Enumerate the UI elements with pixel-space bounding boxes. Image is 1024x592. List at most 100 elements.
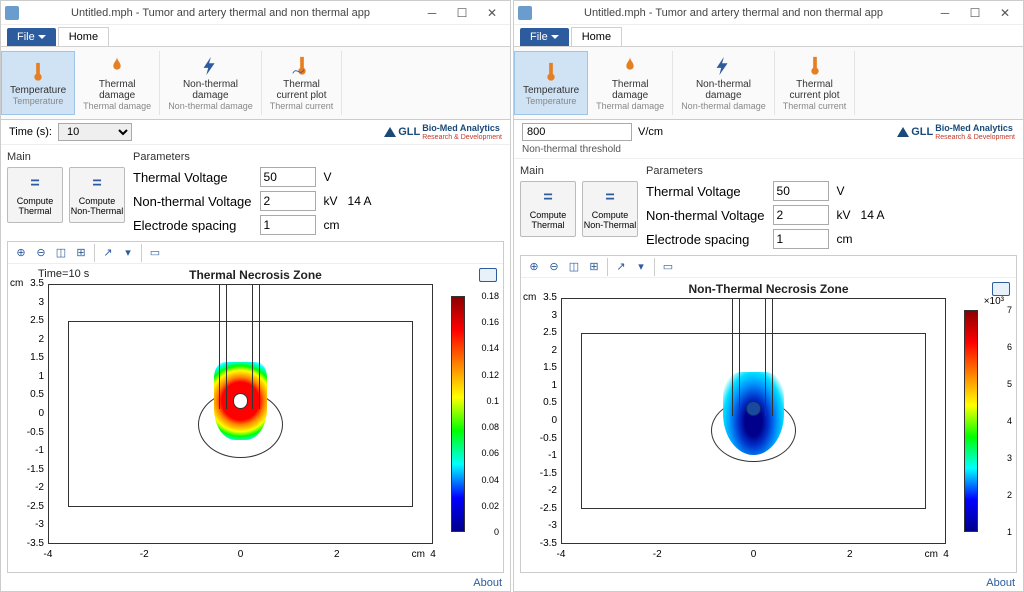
zoom-in-icon[interactable]: ⊕ — [525, 258, 543, 276]
axes-icon[interactable]: ↗ — [612, 258, 630, 276]
equals-icon: = — [30, 175, 39, 193]
bolt-icon — [712, 55, 734, 77]
flame-icon — [106, 55, 128, 77]
ribbon-label: Temperature — [523, 85, 579, 96]
tv-input[interactable] — [260, 167, 316, 187]
ribbon-sublabel: Thermal damage — [83, 101, 151, 111]
select-icon[interactable]: ▭ — [659, 258, 677, 276]
ntv-input[interactable] — [773, 205, 829, 225]
ribbon-temperature[interactable]: Temperature Temperature — [514, 51, 588, 115]
main-head: Main — [520, 165, 638, 177]
zoom-extents-icon[interactable]: ⊞ — [585, 258, 603, 276]
window-right: Untitled.mph - Tumor and artery thermal … — [513, 0, 1024, 592]
app-icon — [5, 6, 19, 20]
zoom-window-icon[interactable]: ◫ — [565, 258, 583, 276]
colorbar — [451, 296, 465, 532]
ribbon-temperature[interactable]: Temperature Temperature — [1, 51, 75, 115]
ntv-extra: 14 A — [861, 208, 885, 222]
titlebar: Untitled.mph - Tumor and artery thermal … — [514, 1, 1023, 25]
zoom-extents-icon[interactable]: ⊞ — [72, 244, 90, 262]
es-unit: cm — [837, 232, 853, 246]
threshold-unit: V/cm — [638, 126, 663, 138]
params-head: Parameters — [133, 151, 372, 163]
ribbon-label: Thermal current plot — [276, 79, 326, 101]
file-tab[interactable]: File — [7, 28, 56, 46]
zoom-window-icon[interactable]: ◫ — [52, 244, 70, 262]
params-panel: Parameters Thermal VoltageV Non-thermal … — [133, 151, 372, 235]
temperature-icon — [540, 61, 562, 83]
compute-thermal-button[interactable]: = Compute Thermal — [7, 167, 63, 223]
plot-toolbar: ⊕ ⊖ ◫ ⊞ ↗ ▾ ▭ — [8, 242, 503, 264]
main-area: Main =Compute Thermal =Compute Non-Therm… — [1, 145, 510, 241]
select-icon[interactable]: ▭ — [146, 244, 164, 262]
close-button[interactable]: ✕ — [478, 3, 506, 23]
minimize-button[interactable]: ─ — [418, 3, 446, 23]
es-input[interactable] — [773, 229, 829, 249]
main-area: Main =Compute Thermal =Compute Non-Therm… — [514, 159, 1023, 255]
params-head: Parameters — [646, 165, 885, 177]
ribbon-nonthermal-damage[interactable]: Non-thermal damage Non-thermal damage — [673, 51, 775, 115]
snapshot-icon[interactable] — [992, 282, 1010, 296]
logo-text: GLL — [398, 126, 420, 138]
threshold-label-row: Non-thermal threshold — [514, 144, 1023, 159]
plot-box — [561, 298, 946, 544]
plot-area: ⊕ ⊖ ◫ ⊞ ↗ ▾ ▭ Non-Thermal Necrosis Zone … — [520, 255, 1017, 573]
tv-label: Thermal Voltage — [646, 184, 765, 199]
window-left: Untitled.mph - Tumor and artery thermal … — [0, 0, 511, 592]
logo-sub2: Research & Development — [935, 134, 1015, 141]
es-label: Electrode spacing — [646, 232, 765, 247]
btn-label: Compute Thermal — [17, 196, 54, 216]
axes-icon[interactable]: ↗ — [99, 244, 117, 262]
ribbon-thermal-plot[interactable]: Thermal current plot Thermal current — [262, 51, 343, 115]
plot-body-left[interactable]: Time=10 s Thermal Necrosis Zone cm cm 3.… — [8, 264, 503, 572]
compute-nonthermal-button[interactable]: =Compute Non-Thermal — [582, 181, 638, 237]
plot-title: Thermal Necrosis Zone — [189, 268, 322, 282]
maximize-button[interactable]: ☐ — [961, 3, 989, 23]
dropdown-icon[interactable]: ▾ — [119, 244, 137, 262]
maximize-button[interactable]: ☐ — [448, 3, 476, 23]
app-icon — [518, 6, 532, 20]
x-label: cm — [412, 549, 425, 560]
zoom-out-icon[interactable]: ⊖ — [545, 258, 563, 276]
hole — [233, 393, 248, 408]
threshold-input[interactable] — [522, 123, 632, 141]
plot-box — [48, 284, 433, 544]
main-panel: Main =Compute Thermal =Compute Non-Therm… — [7, 151, 125, 235]
ntv-input[interactable] — [260, 191, 316, 211]
logo-triangle-icon — [897, 127, 909, 137]
ribbon: Temperature Temperature Thermal damage T… — [514, 47, 1023, 120]
ribbon-nonthermal-damage[interactable]: Non-thermal damage Non-thermal damage — [160, 51, 262, 115]
about-link[interactable]: About — [514, 575, 1023, 591]
ribbon-sublabel: Thermal damage — [596, 101, 664, 111]
ribbon-thermal-plot[interactable]: Thermal current plot Thermal current — [775, 51, 856, 115]
time-label: Time (s): — [9, 126, 52, 138]
about-link[interactable]: About — [1, 575, 510, 591]
probe-left — [219, 285, 227, 409]
logo-triangle-icon — [384, 127, 396, 137]
zoom-out-icon[interactable]: ⊖ — [32, 244, 50, 262]
ribbon-thermal-damage[interactable]: Thermal damage Thermal damage — [588, 51, 673, 115]
compute-thermal-button[interactable]: =Compute Thermal — [520, 181, 576, 237]
snapshot-icon[interactable] — [479, 268, 497, 282]
ribbon-sublabel: Thermal current — [270, 101, 334, 111]
es-input[interactable] — [260, 215, 316, 235]
es-label: Electrode spacing — [133, 218, 252, 233]
compute-nonthermal-button[interactable]: =Compute Non-Thermal — [69, 167, 125, 223]
tv-input[interactable] — [773, 181, 829, 201]
minimize-button[interactable]: ─ — [931, 3, 959, 23]
ribbon-thermal-damage[interactable]: Thermal damage Thermal damage — [75, 51, 160, 115]
zoom-in-icon[interactable]: ⊕ — [12, 244, 30, 262]
ribbon-tabs: File Home — [514, 25, 1023, 47]
time-select[interactable]: 10 — [58, 123, 132, 141]
btn-label: Compute Non-Thermal — [584, 210, 637, 230]
dropdown-icon[interactable]: ▾ — [632, 258, 650, 276]
plot-body-right[interactable]: Non-Thermal Necrosis Zone cm cm ×10³ 3.5… — [521, 278, 1016, 572]
file-tab[interactable]: File — [520, 28, 569, 46]
threshold-row: V/cm GLL Bio-Med AnalyticsResearch & Dev… — [514, 120, 1023, 144]
probe-left — [732, 299, 740, 416]
home-tab[interactable]: Home — [58, 27, 109, 46]
close-button[interactable]: ✕ — [991, 3, 1019, 23]
plot-toolbar: ⊕ ⊖ ◫ ⊞ ↗ ▾ ▭ — [521, 256, 1016, 278]
main-panel: Main =Compute Thermal =Compute Non-Therm… — [520, 165, 638, 249]
home-tab[interactable]: Home — [571, 27, 622, 46]
